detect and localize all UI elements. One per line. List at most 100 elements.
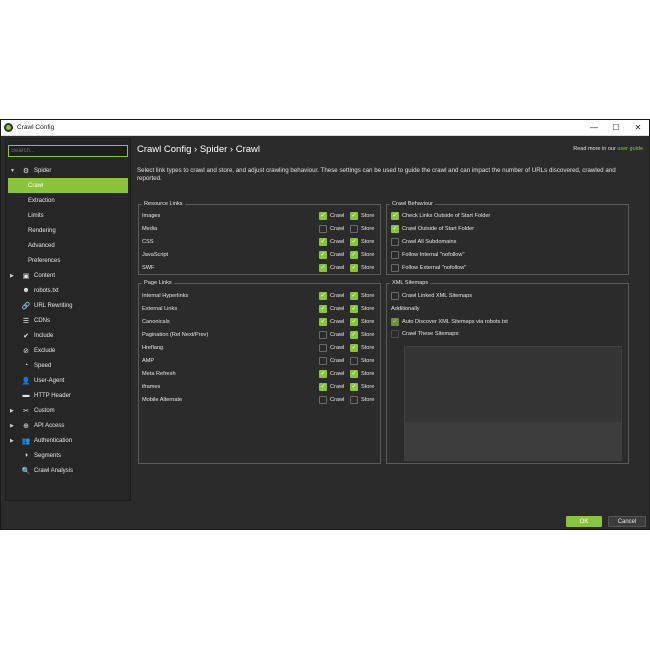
crawl-option[interactable]: Crawl	[319, 394, 344, 405]
store-option[interactable]: Store	[350, 355, 374, 366]
check-icon[interactable]: ✓	[319, 304, 327, 313]
checkbox[interactable]	[319, 224, 327, 233]
behaviour-option[interactable]: Follow Internal "nofollow"	[391, 249, 464, 260]
check-icon[interactable]: ✓	[350, 382, 358, 391]
nav-crawl[interactable]: Crawl	[8, 178, 128, 193]
nav-crawl-analysis[interactable]: 🔍 Crawl Analysis	[6, 463, 130, 478]
checkbox[interactable]	[391, 263, 399, 272]
ok-button[interactable]: OK	[566, 516, 602, 527]
nav-user-agent[interactable]: 👤 User-Agent	[6, 373, 130, 388]
behaviour-option[interactable]: Crawl All Subdomains	[391, 236, 456, 247]
nav-spider[interactable]: ▼ ⚙ Spider	[6, 163, 130, 178]
store-option[interactable]: Store	[350, 394, 374, 405]
checkbox[interactable]	[319, 395, 327, 404]
check-icon[interactable]: ✓	[319, 382, 327, 391]
nav-cdns[interactable]: ☰ CDNs	[6, 313, 130, 328]
nav-custom[interactable]: ▶ ✂ Custom	[6, 403, 130, 418]
check-icon[interactable]: ✓	[319, 237, 327, 246]
check-icon[interactable]: ✓	[391, 317, 399, 326]
expand-right-icon[interactable]: ▶	[10, 438, 14, 444]
nav-speed[interactable]: ◔ Speed	[6, 358, 130, 373]
check-icon[interactable]: ✓	[319, 291, 327, 300]
auto-discover-option[interactable]: ✓ Auto Discover XML Sitemaps via robots.…	[391, 316, 508, 327]
crawl-linked-sitemaps-option[interactable]: Crawl Linked XML Sitemaps	[391, 290, 472, 301]
checkbox[interactable]	[350, 356, 358, 365]
behaviour-option[interactable]: ✓ Crawl Outside of Start Folder	[391, 223, 474, 234]
nav-robots[interactable]: ☻ robots.txt	[6, 283, 130, 298]
crawl-option[interactable]: Crawl	[319, 355, 344, 366]
checkbox[interactable]	[391, 237, 399, 246]
crawl-option[interactable]: ✓ Crawl	[319, 262, 344, 273]
nav-segments[interactable]: ◑ Segments	[6, 448, 130, 463]
nav-url-rewriting[interactable]: 🔗 URL Rewriting	[6, 298, 130, 313]
store-option[interactable]: ✓ Store	[350, 303, 374, 314]
checkbox[interactable]	[319, 330, 327, 339]
behaviour-option[interactable]: ✓ Check Links Outside of Start Folder	[391, 210, 490, 221]
cancel-button[interactable]: Cancel	[608, 516, 646, 527]
check-icon[interactable]: ✓	[350, 211, 358, 220]
nav-exclude[interactable]: ⊘ Exclude	[6, 343, 130, 358]
check-icon[interactable]: ✓	[319, 250, 327, 259]
check-icon[interactable]: ✓	[319, 369, 327, 378]
crawl-these-sitemaps-option[interactable]: Crawl These Sitemaps:	[391, 328, 460, 339]
crawl-option[interactable]: ✓ Crawl	[319, 368, 344, 379]
crawl-option[interactable]: ✓ Crawl	[319, 303, 344, 314]
crawl-option[interactable]: ✓ Crawl	[319, 316, 344, 327]
crawl-option[interactable]: ✓ Crawl	[319, 236, 344, 247]
store-option[interactable]: ✓ Store	[350, 262, 374, 273]
check-icon[interactable]: ✓	[350, 317, 358, 326]
expand-down-icon[interactable]: ▼	[10, 168, 15, 174]
checkbox[interactable]	[319, 356, 327, 365]
check-icon[interactable]: ✓	[319, 263, 327, 272]
crawl-option[interactable]: ✓ Crawl	[319, 290, 344, 301]
expand-right-icon[interactable]: ▶	[10, 408, 14, 414]
store-option[interactable]: ✓ Store	[350, 342, 374, 353]
crawl-option[interactable]: ✓ Crawl	[319, 210, 344, 221]
checkbox[interactable]	[391, 329, 399, 338]
store-option[interactable]: Store	[350, 223, 374, 234]
nav-limits[interactable]: Limits	[6, 208, 130, 223]
store-option[interactable]: ✓ Store	[350, 329, 374, 340]
expand-right-icon[interactable]: ▶	[10, 273, 14, 279]
maximize-button[interactable]: ☐	[605, 120, 627, 136]
store-option[interactable]: ✓ Store	[350, 249, 374, 260]
checkbox[interactable]	[391, 250, 399, 259]
check-icon[interactable]: ✓	[391, 211, 399, 220]
checkbox[interactable]	[391, 291, 399, 300]
store-option[interactable]: ✓ Store	[350, 290, 374, 301]
crawl-option[interactable]: Crawl	[319, 223, 344, 234]
store-option[interactable]: ✓ Store	[350, 236, 374, 247]
checkbox[interactable]	[319, 343, 327, 352]
sitemaps-list[interactable]	[404, 346, 622, 461]
store-option[interactable]: ✓ Store	[350, 210, 374, 221]
nav-authentication[interactable]: ▶ 👥 Authentication	[6, 433, 130, 448]
crawl-option[interactable]: ✓ Crawl	[319, 381, 344, 392]
check-icon[interactable]: ✓	[319, 211, 327, 220]
check-icon[interactable]: ✓	[391, 224, 399, 233]
minimize-button[interactable]: —	[583, 120, 605, 136]
close-button[interactable]: ✕	[627, 120, 649, 136]
check-icon[interactable]: ✓	[350, 343, 358, 352]
checkbox[interactable]	[350, 395, 358, 404]
checkbox[interactable]	[350, 224, 358, 233]
check-icon[interactable]: ✓	[319, 317, 327, 326]
crawl-option[interactable]: Crawl	[319, 329, 344, 340]
nav-extraction[interactable]: Extraction	[6, 193, 130, 208]
check-icon[interactable]: ✓	[350, 250, 358, 259]
check-icon[interactable]: ✓	[350, 237, 358, 246]
store-option[interactable]: ✓ Store	[350, 368, 374, 379]
store-option[interactable]: ✓ Store	[350, 316, 374, 327]
nav-api-access[interactable]: ▶ ⊕ API Access	[6, 418, 130, 433]
nav-include[interactable]: ✔ Include	[6, 328, 130, 343]
nav-rendering[interactable]: Rendering	[6, 223, 130, 238]
crawl-option[interactable]: ✓ Crawl	[319, 249, 344, 260]
check-icon[interactable]: ✓	[350, 330, 358, 339]
search-input[interactable]	[8, 145, 128, 157]
expand-right-icon[interactable]: ▶	[10, 423, 14, 429]
check-icon[interactable]: ✓	[350, 291, 358, 300]
crawl-option[interactable]: Crawl	[319, 342, 344, 353]
nav-preferences[interactable]: Preferences	[6, 253, 130, 268]
check-icon[interactable]: ✓	[350, 369, 358, 378]
nav-advanced[interactable]: Advanced	[6, 238, 130, 253]
user-guide-link[interactable]: user guide	[617, 146, 643, 152]
